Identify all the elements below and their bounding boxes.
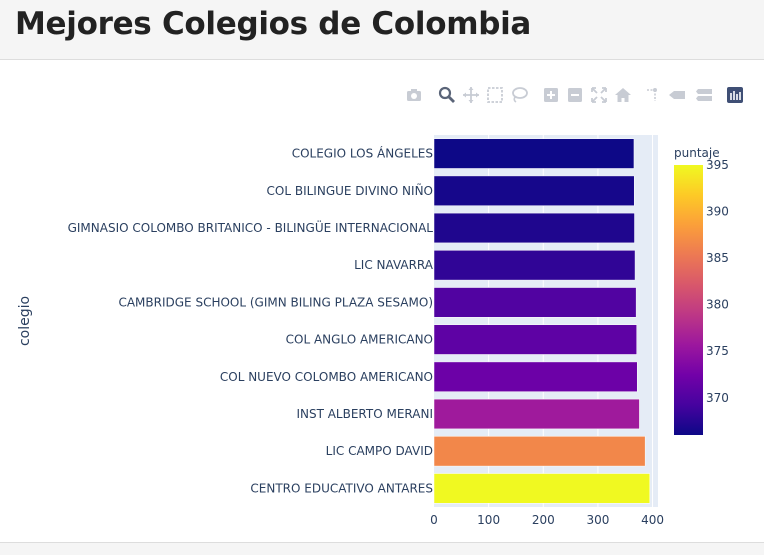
x-tick-label: 200: [532, 513, 555, 527]
colorbar: [674, 165, 703, 435]
y-tick-label: COL ANGLO AMERICANO: [286, 333, 433, 347]
bar[interactable]: [433, 473, 651, 504]
colorbar-tick-label: 375: [706, 344, 729, 358]
y-tick-label: INST ALBERTO MERANI: [296, 407, 433, 421]
y-tick-label: LIC CAMPO DAVID: [326, 444, 433, 458]
y-tick-label: CAMBRIDGE SCHOOL (GIMN BILING PLAZA SESA…: [118, 295, 433, 309]
bar[interactable]: [433, 324, 637, 355]
colorbar-tick-label: 390: [706, 205, 729, 219]
colorbar-tick-label: 395: [706, 158, 729, 172]
x-tick-label: 400: [641, 513, 664, 527]
bar[interactable]: [433, 175, 635, 206]
bar[interactable]: [433, 361, 638, 392]
bar[interactable]: [433, 250, 636, 281]
colorbar-tick-label: 380: [706, 298, 729, 312]
bar[interactable]: [433, 138, 635, 169]
y-tick-label: CENTRO EDUCATIVO ANTARES: [250, 481, 433, 495]
x-tick-label: 100: [477, 513, 500, 527]
colorbar-tick-label: 385: [706, 251, 729, 265]
page-title: Mejores Colegios de Colombia: [15, 6, 532, 42]
bar[interactable]: [433, 212, 635, 244]
y-tick-label: COL BILINGUE DIVINO NIÑO: [267, 183, 433, 198]
colorbar-tick-label: 370: [706, 391, 729, 405]
y-tick-label: COL NUEVO COLOMBO AMERICANO: [220, 370, 433, 384]
bar-chart: 0 100 200 300 400 COLEGIO LOS ÁNGELES COL BILI…: [17, 135, 729, 540]
y-axis-title: colegio: [17, 296, 33, 346]
page-header: Mejores Colegios de Colombia: [0, 0, 764, 60]
x-axis-title: puntaje: [519, 539, 572, 540]
x-tick-label: 0: [430, 513, 438, 527]
page-footer: [0, 542, 764, 555]
y-tick-label: GIMNASIO COLOMBO BRITANICO - BILINGÜE IN…: [68, 219, 434, 235]
y-tick-label: LIC NAVARRA: [354, 258, 434, 272]
bar[interactable]: [433, 287, 637, 318]
x-tick-label: 300: [586, 513, 609, 527]
y-tick-label: COLEGIO LOS ÁNGELES: [292, 146, 433, 161]
bar[interactable]: [433, 436, 646, 467]
bar[interactable]: [433, 398, 640, 430]
